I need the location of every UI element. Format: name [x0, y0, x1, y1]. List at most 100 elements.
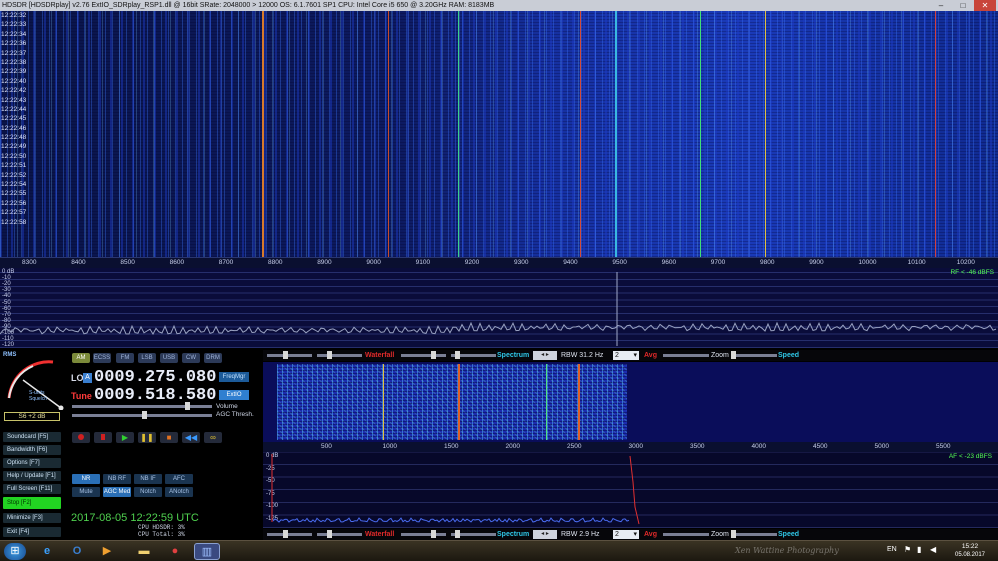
close-button[interactable]: ✕	[974, 0, 996, 11]
af-avg-select[interactable]: 2 ▾	[613, 530, 639, 539]
clock-date[interactable]: 05.08.2017	[950, 552, 990, 558]
help-update-button[interactable]: Help / Update [F1]	[3, 471, 61, 481]
mode-fm-button[interactable]: FM	[116, 353, 134, 363]
lo-frequency[interactable]: 0009.275.080	[94, 368, 216, 387]
main-spectrum[interactable]: 0 dB -10 -20 -30 -40 -50 -60 -70 -80 -90 -100 -110-…	[0, 268, 998, 348]
bandwidth-button[interactable]: Bandwidth [F6]	[3, 445, 61, 455]
mode-drm-button[interactable]: DRM	[204, 353, 222, 363]
rewind-icon[interactable]: ◀◀	[182, 432, 200, 443]
main-waterfall[interactable]	[0, 11, 998, 257]
af-spectrum[interactable]: 0 dB-25-50-75-100-125 AF < -23 dBFS	[263, 452, 998, 528]
mode-lsb-button[interactable]: LSB	[138, 353, 156, 363]
avg-slider[interactable]	[663, 354, 709, 357]
af-frequency-tick-label: 3500	[690, 443, 705, 450]
waterfall-timestamps: 12:22:32 12:22:33 12:22:34 12:22:36 12:22:37…	[0, 11, 30, 257]
nr-button[interactable]: NR	[72, 474, 100, 484]
mode-usb-button[interactable]: USB	[160, 353, 178, 363]
minimize-app-button[interactable]: Minimize [F3]	[3, 513, 61, 523]
options-button[interactable]: Options [F7]	[3, 458, 61, 468]
pause-icon[interactable]: ❚❚	[138, 432, 156, 443]
frequency-tick-label: 8300	[22, 259, 37, 266]
nb-rf-button[interactable]: NB RF	[103, 474, 131, 484]
zoom-slider[interactable]	[731, 351, 777, 359]
chrome-icon[interactable]: ●	[164, 543, 186, 560]
maximize-button[interactable]: □	[952, 0, 974, 11]
af-rbw-stepper[interactable]: ◂ ▸	[533, 530, 557, 539]
spectrum-trace	[0, 272, 997, 346]
tune-frequency[interactable]: 0009.518.580	[94, 386, 216, 405]
language-indicator[interactable]: EN	[887, 546, 897, 553]
waterfall-timestamp: 12:22:58	[1, 218, 27, 226]
volume-slider[interactable]	[72, 402, 212, 410]
wf-brightness-slider[interactable]	[317, 351, 362, 359]
af-frequency-tick-label: 1500	[444, 443, 459, 450]
af-waterfall[interactable]	[263, 362, 998, 442]
waterfall-signal-line	[388, 11, 389, 257]
af-spectrum-brightness-slider[interactable]	[451, 530, 496, 538]
back-button[interactable]	[94, 432, 112, 443]
media-player-icon[interactable]: ▶	[96, 543, 118, 560]
full-screen-button[interactable]: Full Screen [F11]	[3, 484, 61, 494]
soundcard-button[interactable]: Soundcard [F5]	[3, 432, 61, 442]
af-toolbar: Waterfall Spectrum ◂ ▸ RBW 2.9 Hz 2 ▾ Avg…	[263, 529, 998, 540]
flag-icon[interactable]: ⚑	[904, 545, 911, 554]
volume-label: Volume	[216, 403, 238, 410]
mode-am-button[interactable]: AM	[72, 353, 90, 363]
frequency-tick-label: 8900	[317, 259, 332, 266]
spectrum-contrast-slider[interactable]	[401, 351, 446, 359]
af-zoom-slider[interactable]	[731, 530, 777, 538]
afc-button[interactable]: AFC	[165, 474, 193, 484]
window-titlebar: HDSDR [HDSDRplay] v2.76 ExtIO_SDRplay_RS…	[0, 0, 998, 11]
af-spectrum-label: Spectrum	[497, 531, 530, 538]
frequency-scale[interactable]: 8300 8400 8500 8600 8700 8800 8900 9000 9100 9200…	[0, 257, 998, 268]
record-button[interactable]	[72, 432, 90, 443]
stop-icon[interactable]: ■	[160, 432, 178, 443]
loop-icon[interactable]: ∞	[204, 432, 222, 443]
internet-explorer-icon[interactable]: e	[36, 543, 58, 560]
stop-button[interactable]: Stop [F2]	[3, 497, 61, 509]
nb-if-button[interactable]: NB IF	[134, 474, 162, 484]
play-icon[interactable]: ▶	[116, 432, 134, 443]
spectrum-brightness-slider[interactable]	[451, 351, 496, 359]
rbw-stepper[interactable]: ◂ ▸	[533, 351, 557, 360]
af-spectrum-contrast-slider[interactable]	[401, 530, 446, 538]
anotch-button[interactable]: ANotch	[165, 487, 193, 497]
af-frequency-tick-label: 2000	[505, 443, 520, 450]
af-wf-contrast-slider[interactable]	[267, 530, 312, 538]
af-frequency-scale[interactable]: 500 1000 1500 2000 2500 3000 3500 4000 4500 5000 5…	[263, 442, 998, 452]
frequency-tick-label: 9200	[464, 259, 480, 266]
lo-label: LO	[71, 373, 84, 383]
waterfall-timestamp: 12:22:38	[1, 58, 27, 66]
volume-icon[interactable]: ◀	[930, 545, 936, 554]
mode-ecss-button[interactable]: ECSS	[93, 353, 111, 363]
af-frequency-tick-label: 500	[321, 443, 332, 450]
af-speed-label: Speed	[778, 531, 800, 538]
lo-mode-badge[interactable]: A	[83, 373, 92, 383]
hdsdr-taskbar-icon[interactable]: ▥	[194, 543, 220, 560]
clock-time[interactable]: 15:22	[955, 543, 985, 550]
freqmgr-button[interactable]: FreqMgr	[219, 372, 249, 382]
minimize-button[interactable]: –	[930, 0, 952, 11]
avg-select[interactable]: 2 ▾	[613, 351, 639, 360]
frequency-tick-label: 9800	[760, 259, 775, 266]
mode-cw-button[interactable]: CW	[182, 353, 200, 363]
start-button-icon[interactable]: ⊞	[4, 543, 26, 560]
af-rbw-label: RBW 2.9 Hz	[561, 531, 600, 538]
af-wf-brightness-slider[interactable]	[317, 530, 362, 538]
wf-contrast-slider[interactable]	[267, 351, 312, 359]
agc-threshold-slider[interactable]	[72, 411, 212, 419]
waterfall-signal-line	[580, 11, 581, 257]
avg-label: Avg	[644, 352, 657, 359]
af-waterfall-signal	[277, 364, 627, 440]
windows-taskbar: ⊞ e O ▶ ▬ ● ▥ Xen Wattine Photography EN…	[0, 540, 998, 561]
network-icon[interactable]: ▮	[917, 545, 921, 554]
extio-button[interactable]: ExtIO	[219, 390, 249, 400]
exit-button[interactable]: Exit [F4]	[3, 527, 61, 537]
folder-icon[interactable]: ▬	[133, 543, 155, 560]
notch-button[interactable]: Notch	[134, 487, 162, 497]
af-avg-slider[interactable]	[663, 533, 709, 536]
mute-button[interactable]: Mute	[72, 487, 100, 497]
agc-med-button[interactable]: AGC Med	[103, 487, 131, 497]
rms-label: RMS	[3, 352, 17, 358]
outlook-icon[interactable]: O	[66, 543, 88, 560]
